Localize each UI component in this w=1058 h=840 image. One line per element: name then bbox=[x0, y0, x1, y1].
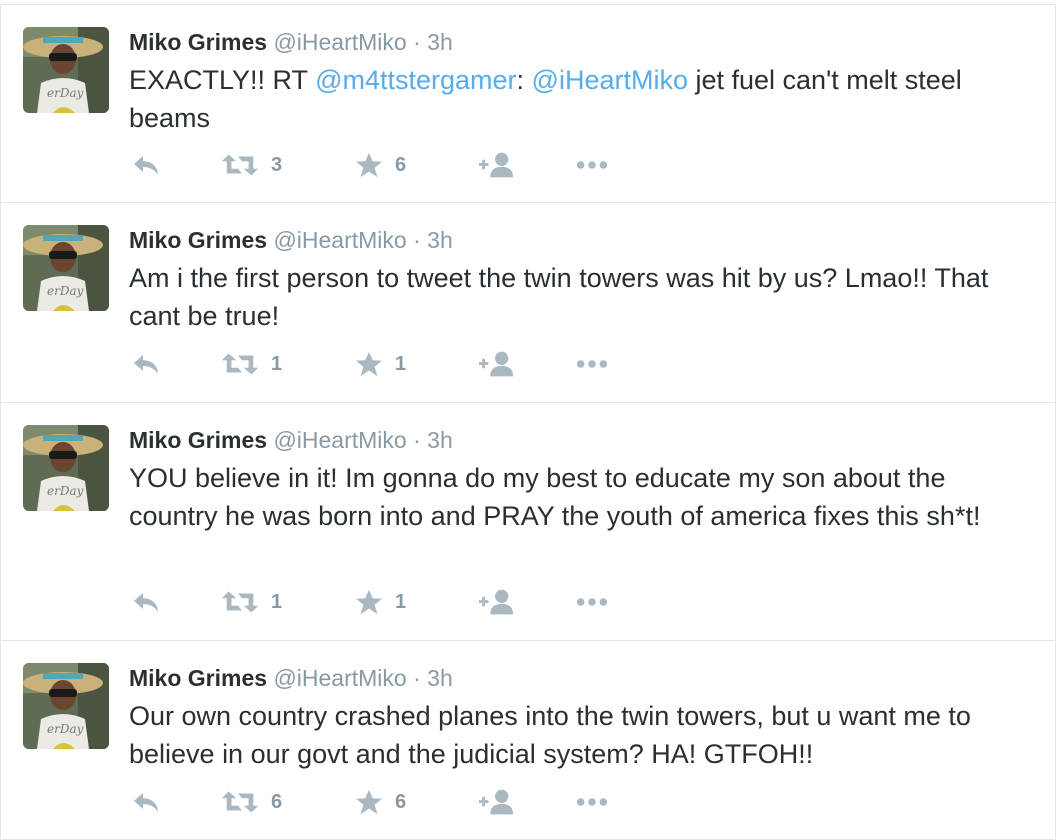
retweet-icon bbox=[221, 349, 259, 379]
favorite-icon bbox=[355, 350, 383, 378]
favorite-button[interactable]: 1 bbox=[355, 349, 406, 379]
tweet-header: Miko Grimes @iHeartMiko · 3h bbox=[129, 663, 453, 693]
separator-dot: · bbox=[413, 665, 421, 691]
more-button[interactable] bbox=[573, 587, 611, 617]
more-icon bbox=[573, 349, 611, 379]
tweet-header: Miko Grimes @iHeartMiko · 3h bbox=[129, 27, 453, 57]
reply-button[interactable] bbox=[131, 587, 161, 617]
favorite-count: 1 bbox=[395, 352, 407, 375]
favorite-button[interactable]: 6 bbox=[355, 150, 406, 180]
avatar[interactable] bbox=[23, 663, 109, 749]
tweet[interactable]: Miko Grimes @iHeartMiko · 3h EXACTLY!! R… bbox=[0, 4, 1056, 203]
tweet-actions: 1 1 bbox=[129, 349, 629, 379]
separator-dot: · bbox=[413, 227, 421, 253]
favorite-icon bbox=[355, 151, 383, 179]
tweet[interactable]: Miko Grimes @iHeartMiko · 3h YOU believe… bbox=[0, 403, 1056, 641]
more-icon bbox=[573, 587, 611, 617]
follow-button[interactable] bbox=[477, 349, 515, 379]
timestamp[interactable]: 3h bbox=[427, 665, 453, 691]
favorite-button[interactable]: 1 bbox=[355, 587, 406, 617]
timestamp[interactable]: 3h bbox=[427, 29, 453, 55]
favorite-count: 1 bbox=[395, 590, 407, 613]
tweet-text: Am i the first person to tweet the twin … bbox=[129, 263, 989, 331]
favorite-icon bbox=[355, 788, 383, 816]
tweet-header: Miko Grimes @iHeartMiko · 3h bbox=[129, 425, 453, 455]
favorite-count: 6 bbox=[395, 153, 407, 176]
user-handle[interactable]: @iHeartMiko bbox=[273, 29, 406, 55]
separator-dot: · bbox=[413, 427, 421, 453]
mention-link[interactable]: @iHeartMiko bbox=[532, 65, 688, 95]
tweet-text: EXACTLY!! RT @m4ttstergamer: @iHeartMiko… bbox=[129, 61, 1029, 137]
user-handle[interactable]: @iHeartMiko bbox=[273, 665, 406, 691]
more-button[interactable] bbox=[573, 787, 611, 817]
tweet-actions: 1 1 bbox=[129, 587, 629, 617]
reply-icon bbox=[131, 587, 161, 617]
reply-button[interactable] bbox=[131, 349, 161, 379]
reply-icon bbox=[131, 349, 161, 379]
retweet-count: 3 bbox=[271, 153, 283, 176]
tweet-stream: Miko Grimes @iHeartMiko · 3h EXACTLY!! R… bbox=[0, 0, 1058, 840]
tweet[interactable]: Miko Grimes @iHeartMiko · 3h Our own cou… bbox=[0, 641, 1056, 840]
tweet-header: Miko Grimes @iHeartMiko · 3h bbox=[129, 225, 453, 255]
avatar[interactable] bbox=[23, 27, 109, 113]
retweet-icon bbox=[221, 587, 259, 617]
follow-icon bbox=[477, 787, 515, 817]
timestamp[interactable]: 3h bbox=[427, 427, 453, 453]
more-button[interactable] bbox=[573, 349, 611, 379]
tweet-text: Our own country crashed planes into the … bbox=[129, 701, 971, 769]
favorite-icon bbox=[355, 588, 383, 616]
timestamp[interactable]: 3h bbox=[427, 227, 453, 253]
user-handle[interactable]: @iHeartMiko bbox=[273, 227, 406, 253]
retweet-button[interactable]: 6 bbox=[221, 787, 282, 817]
more-button[interactable] bbox=[573, 150, 611, 180]
more-icon bbox=[573, 150, 611, 180]
avatar[interactable] bbox=[23, 425, 109, 511]
tweet-text-part: : bbox=[516, 65, 532, 95]
avatar[interactable] bbox=[23, 225, 109, 311]
tweet[interactable]: Miko Grimes @iHeartMiko · 3h Am i the fi… bbox=[0, 203, 1056, 403]
retweet-count: 1 bbox=[271, 352, 283, 375]
retweet-count: 1 bbox=[271, 590, 283, 613]
retweet-count: 6 bbox=[271, 790, 283, 813]
mention-link[interactable]: @m4ttstergamer bbox=[315, 65, 516, 95]
user-fullname[interactable]: Miko Grimes bbox=[129, 29, 267, 55]
avatar-image bbox=[23, 27, 109, 113]
tweet-text: YOU believe in it! Im gonna do my best t… bbox=[129, 463, 981, 531]
reply-button[interactable] bbox=[131, 787, 161, 817]
retweet-button[interactable]: 3 bbox=[221, 150, 282, 180]
follow-button[interactable] bbox=[477, 150, 515, 180]
retweet-icon bbox=[221, 150, 259, 180]
user-fullname[interactable]: Miko Grimes bbox=[129, 227, 267, 253]
retweet-button[interactable]: 1 bbox=[221, 349, 282, 379]
user-handle[interactable]: @iHeartMiko bbox=[273, 427, 406, 453]
retweet-button[interactable]: 1 bbox=[221, 587, 282, 617]
reply-button[interactable] bbox=[131, 150, 161, 180]
tweet-actions: 3 6 bbox=[129, 150, 629, 180]
more-icon bbox=[573, 787, 611, 817]
user-fullname[interactable]: Miko Grimes bbox=[129, 665, 267, 691]
avatar-image bbox=[23, 225, 109, 311]
user-fullname[interactable]: Miko Grimes bbox=[129, 427, 267, 453]
tweet-actions: 6 6 bbox=[129, 787, 629, 817]
reply-icon bbox=[131, 150, 161, 180]
separator-dot: · bbox=[413, 29, 421, 55]
avatar-image bbox=[23, 663, 109, 749]
favorite-count: 6 bbox=[395, 790, 407, 813]
retweet-icon bbox=[221, 787, 259, 817]
follow-icon bbox=[477, 349, 515, 379]
reply-icon bbox=[131, 787, 161, 817]
tweet-text-part: EXACTLY!! RT bbox=[129, 65, 316, 95]
follow-button[interactable] bbox=[477, 787, 515, 817]
follow-icon bbox=[477, 587, 515, 617]
follow-icon bbox=[477, 150, 515, 180]
follow-button[interactable] bbox=[477, 587, 515, 617]
avatar-image bbox=[23, 425, 109, 511]
favorite-button[interactable]: 6 bbox=[355, 787, 406, 817]
